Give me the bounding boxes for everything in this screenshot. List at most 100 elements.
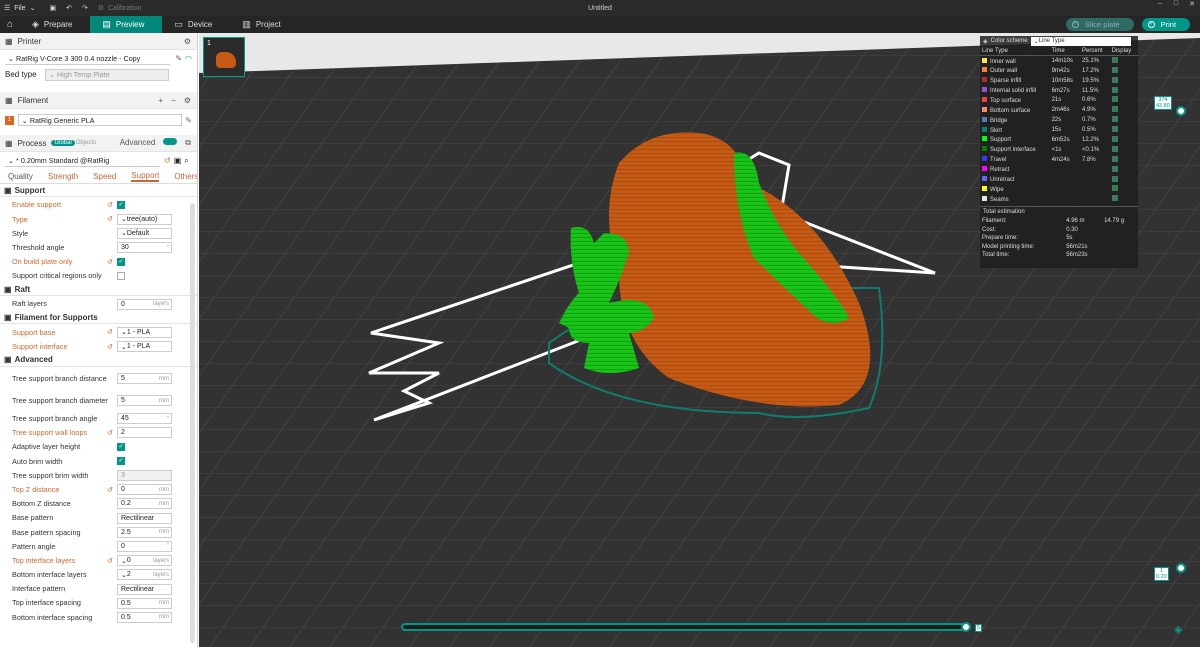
build-plate-checkbox[interactable]: ✓	[117, 257, 125, 266]
process-profile-select[interactable]: ⌄ * 0.20mm Standard @RatRig	[5, 154, 160, 167]
calibration-icon[interactable]: ⚙	[98, 4, 104, 12]
tab-device[interactable]: ▭ Device	[162, 16, 230, 33]
reset-icon[interactable]: ↺	[107, 201, 113, 209]
layers-icon[interactable]: ◈	[1174, 623, 1182, 636]
wall-loops-input[interactable]: 2	[117, 427, 172, 439]
tab-speed[interactable]: Speed	[93, 172, 116, 181]
branch-distance-input[interactable]: 5 mm	[117, 373, 172, 385]
bottom-z-input[interactable]: 0.2 mm	[117, 498, 172, 510]
enable-support-checkbox[interactable]: ✓	[117, 201, 125, 210]
display-toggle[interactable]	[1110, 56, 1138, 66]
slice-plate-button[interactable]: ˅ Slice plate	[1065, 18, 1134, 31]
display-toggle[interactable]	[1110, 86, 1138, 96]
printer-select[interactable]: ⌄ RatRig V-Core 3 300 0.4 nozzle - Copy	[5, 52, 171, 65]
tab-strength[interactable]: Strength	[48, 172, 78, 181]
tab-support[interactable]: Support	[131, 171, 160, 182]
base-spacing-input[interactable]: 2.5 mm	[117, 526, 172, 538]
edit-icon[interactable]: ✎	[185, 116, 192, 125]
top-if-spacing-input[interactable]: 0.5 mm	[117, 597, 172, 609]
print-button[interactable]: ˅ Print	[1141, 18, 1190, 31]
global-toggle[interactable]: Global	[51, 140, 75, 146]
reset-icon[interactable]: ↺	[107, 486, 113, 494]
undo-icon[interactable]: ↶	[66, 4, 72, 12]
sidebar-scrollbar[interactable]	[190, 203, 195, 643]
critical-checkbox[interactable]	[117, 272, 125, 281]
line-type-cell: Wipe	[980, 184, 1050, 194]
menu-icon[interactable]: ☰	[4, 4, 10, 12]
top-if-layers-select[interactable]: ⌄ 0 layers	[117, 555, 172, 567]
pattern-angle-input[interactable]: 0 °	[117, 540, 172, 552]
raft-layers-input[interactable]: 0 layers	[117, 298, 172, 310]
display-toggle[interactable]	[1110, 184, 1138, 194]
display-toggle[interactable]	[1110, 76, 1138, 86]
support-interface-select[interactable]: ⌄ 1 - PLA	[117, 341, 172, 353]
branch-angle-input[interactable]: 45 °	[117, 413, 172, 425]
reset-icon[interactable]: ↺	[107, 429, 113, 437]
branch-diameter-input[interactable]: 5 mm	[117, 395, 172, 407]
threshold-input[interactable]: 30 °	[117, 242, 172, 254]
reset-icon[interactable]: ↺	[107, 215, 113, 223]
calibration-menu[interactable]: Calibration	[108, 5, 141, 12]
display-toggle[interactable]	[1110, 115, 1138, 125]
save-icon[interactable]: ▣	[49, 4, 56, 12]
color-scheme-select[interactable]: ⌄ Line Type	[1030, 36, 1131, 46]
undo-icon[interactable]: ↺	[164, 156, 171, 165]
top-z-input[interactable]: 0 mm	[117, 484, 172, 496]
adaptive-checkbox[interactable]: ✓	[117, 443, 125, 452]
display-toggle[interactable]	[1110, 95, 1138, 105]
reset-icon[interactable]: ↺	[107, 557, 113, 565]
tab-others[interactable]: Others	[174, 172, 197, 181]
layer-top-handle[interactable]	[1176, 106, 1186, 116]
file-menu[interactable]: File	[14, 5, 25, 12]
style-select[interactable]: ⌄ Default	[117, 227, 172, 239]
reset-icon[interactable]: ↺	[107, 328, 113, 336]
if-pattern-select[interactable]: Rectilinear	[117, 583, 172, 595]
estimation-key: Prepare time:	[982, 235, 1019, 242]
chevron-down-icon[interactable]: ⌄	[30, 4, 36, 12]
display-toggle[interactable]	[1110, 105, 1138, 115]
search-icon[interactable]: ⌕	[184, 156, 188, 166]
filament-color-swatch[interactable]: 1	[5, 115, 14, 125]
settings-icon[interactable]: ⚙	[184, 96, 191, 105]
display-toggle[interactable]	[1110, 194, 1138, 204]
reset-icon[interactable]: ↺	[107, 258, 113, 266]
support-base-select[interactable]: ⌄ 1 - PLA	[117, 326, 172, 338]
remove-icon[interactable]: −	[171, 96, 176, 105]
display-toggle[interactable]	[1110, 66, 1138, 76]
close-icon[interactable]: ✕	[1184, 0, 1200, 8]
reset-icon[interactable]: ↺	[107, 343, 113, 351]
bot-if-spacing-input[interactable]: 0.5 mm	[117, 611, 172, 623]
tab-project[interactable]: ▥ Project	[230, 16, 298, 33]
move-slider-handle[interactable]	[961, 622, 971, 632]
display-toggle[interactable]	[1110, 145, 1138, 155]
redo-icon[interactable]: ↷	[82, 4, 88, 12]
display-toggle[interactable]	[1110, 155, 1138, 165]
plate-thumbnail[interactable]: 1	[203, 37, 245, 77]
minimize-icon[interactable]: –	[1152, 0, 1168, 8]
filament-select[interactable]: ⌄ RatRig Generic PLA	[17, 114, 183, 126]
save-icon[interactable]: ▣	[174, 156, 182, 165]
maximize-icon[interactable]: □	[1168, 0, 1184, 8]
compare-icon[interactable]: ⧉	[185, 138, 191, 148]
bed-type-select[interactable]: ⌄ High Temp Plate	[45, 68, 169, 81]
advanced-switch[interactable]	[163, 138, 178, 145]
tab-prepare[interactable]: ◈ Prepare	[20, 16, 90, 33]
wifi-icon[interactable]: ◠	[185, 54, 192, 63]
base-pattern-select[interactable]: Rectilinear	[117, 512, 172, 524]
display-toggle[interactable]	[1110, 125, 1138, 135]
objects-toggle[interactable]: Objects	[76, 140, 96, 146]
add-icon[interactable]: +	[158, 96, 163, 105]
display-toggle[interactable]	[1110, 135, 1138, 145]
display-toggle[interactable]	[1110, 165, 1138, 175]
move-slider[interactable]	[401, 623, 971, 631]
edit-icon[interactable]: ✎	[175, 54, 182, 63]
home-icon[interactable]: ⌂	[0, 19, 20, 30]
tab-preview[interactable]: ▤ Preview	[90, 16, 163, 33]
display-toggle[interactable]	[1110, 175, 1138, 185]
auto-brim-checkbox[interactable]: ✓	[117, 457, 125, 466]
settings-icon[interactable]: ⚙	[184, 37, 191, 46]
bot-if-layers-select[interactable]: ⌄ 2 layers	[117, 569, 172, 581]
layer-bottom-handle[interactable]	[1176, 563, 1186, 573]
tab-quality[interactable]: Quality	[8, 172, 33, 181]
type-select[interactable]: ⌄ tree(auto)	[117, 213, 172, 225]
